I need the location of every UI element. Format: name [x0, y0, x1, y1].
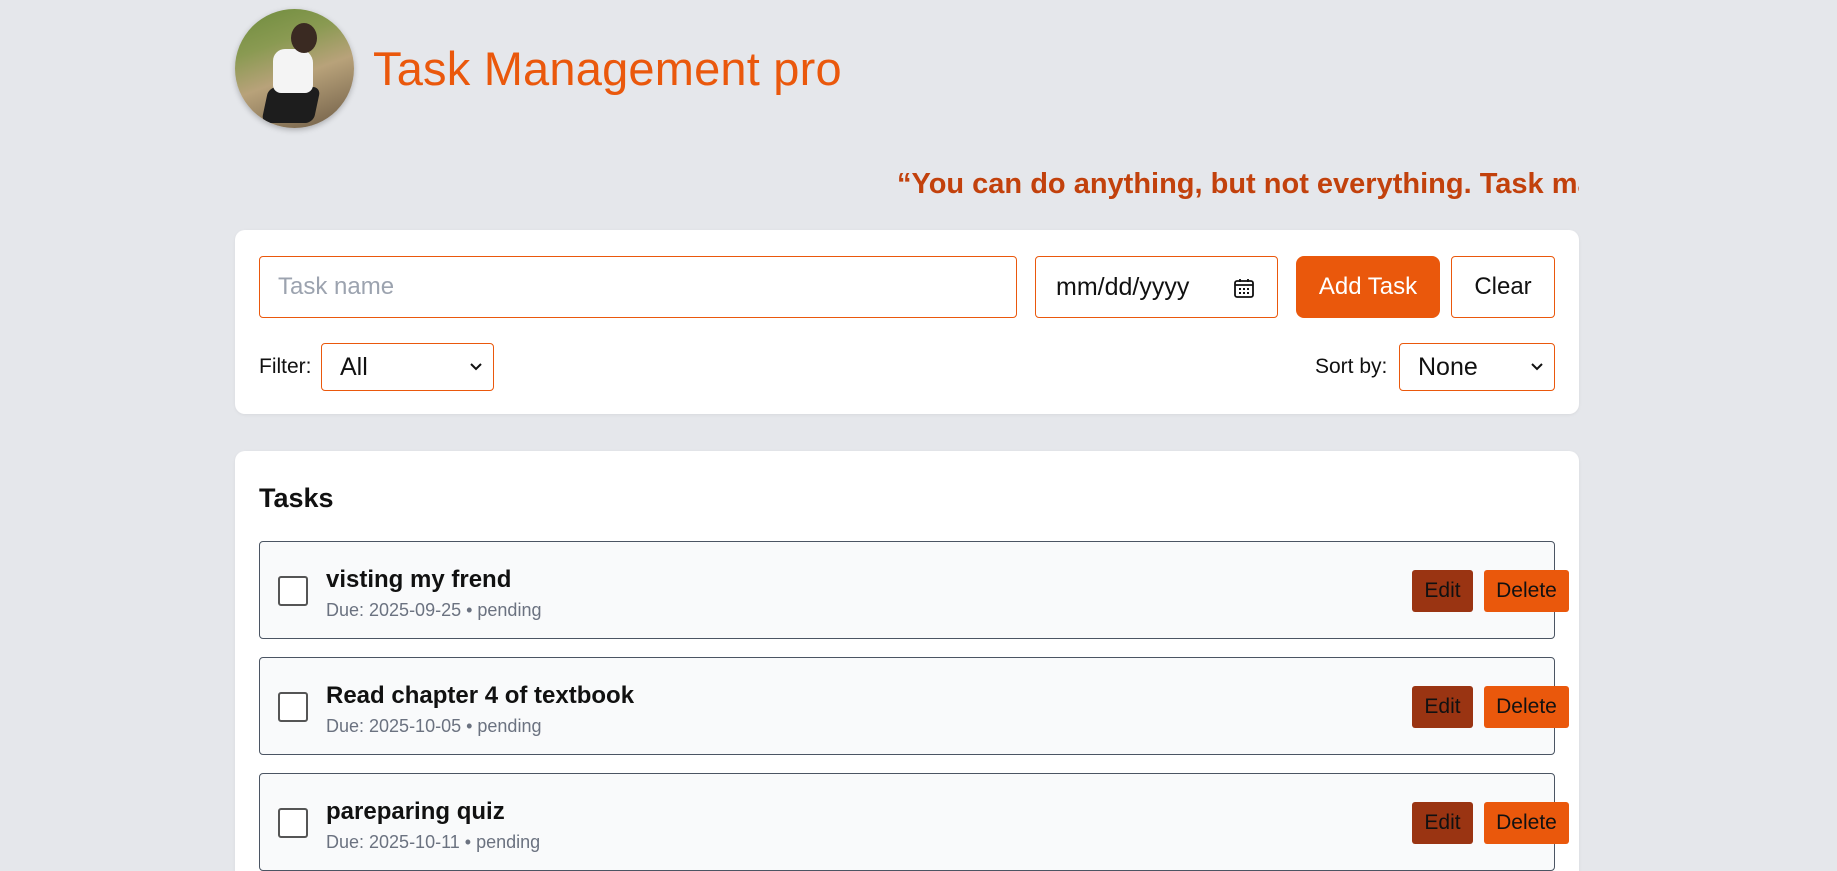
tasks-card: Tasks visting my frend Due: 2025-09-25 •… [235, 451, 1579, 871]
header: Task Management pro [235, 8, 842, 128]
calendar-icon[interactable] [1233, 277, 1255, 299]
task-complete-checkbox[interactable] [278, 692, 308, 722]
app-root: Task Management pro “You can do anything… [0, 0, 1837, 871]
avatar-figure-body [273, 48, 313, 93]
filter-select[interactable]: All [321, 343, 494, 391]
task-name: visting my frend [326, 566, 512, 593]
clear-button[interactable]: Clear [1451, 256, 1555, 318]
task-complete-checkbox[interactable] [278, 576, 308, 606]
task-item: visting my frend Due: 2025-09-25 • pendi… [259, 541, 1569, 639]
add-task-button[interactable]: Add Task [1296, 256, 1440, 318]
task-item: pareparing quiz Due: 2025-10-11 • pendin… [259, 773, 1569, 871]
filter-select-value: All [340, 352, 368, 381]
task-meta: Due: 2025-10-11 • pending [326, 832, 541, 852]
delete-button[interactable]: Delete [1484, 802, 1569, 844]
quote-marquee: “You can do anything, but not everything… [235, 165, 1579, 207]
task-name: pareparing quiz [326, 798, 505, 825]
avatar [235, 8, 354, 128]
tasks-heading: Tasks [259, 483, 334, 513]
sort-select-value: None [1418, 352, 1478, 381]
task-meta: Due: 2025-10-05 • pending [326, 716, 542, 736]
sort-label: Sort by: [1315, 355, 1388, 378]
filter-label: Filter: [259, 355, 312, 378]
edit-button[interactable]: Edit [1412, 802, 1473, 844]
avatar-figure-head [291, 22, 317, 53]
task-complete-checkbox[interactable] [278, 808, 308, 838]
date-placeholder: mm/dd/yyyy [1056, 272, 1190, 301]
sort-select[interactable]: None [1399, 343, 1555, 391]
delete-button[interactable]: Delete [1484, 570, 1569, 612]
task-name: Read chapter 4 of textbook [326, 682, 635, 709]
task-form-card: mm/dd/yyyy Add Task Clear Filter: All [235, 230, 1579, 414]
task-meta: Due: 2025-09-25 • pending [326, 600, 542, 620]
app-title: Task Management pro [373, 41, 842, 95]
chevron-down-icon [470, 363, 482, 371]
delete-button[interactable]: Delete [1484, 686, 1569, 728]
motivational-quote: “You can do anything, but not everything… [897, 168, 1579, 200]
task-item: Read chapter 4 of textbook Due: 2025-10-… [259, 657, 1569, 755]
task-name-input[interactable] [259, 256, 1017, 318]
due-date-input[interactable]: mm/dd/yyyy [1035, 256, 1278, 318]
edit-button[interactable]: Edit [1412, 570, 1473, 612]
chevron-down-icon [1531, 363, 1543, 371]
edit-button[interactable]: Edit [1412, 686, 1473, 728]
